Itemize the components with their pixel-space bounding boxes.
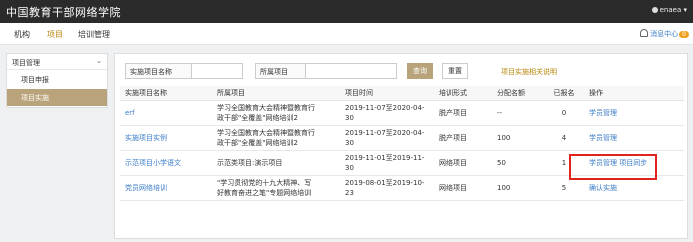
message-count-badge: 0 <box>679 31 689 38</box>
row-name-link[interactable]: 示范项目小学语文 <box>125 159 181 167</box>
sidebar-group-label: 项目管理 <box>12 59 40 67</box>
user-icon <box>651 7 658 13</box>
row-enrolled: 1 <box>544 150 584 176</box>
header-name: 实施项目名称 <box>120 86 212 101</box>
row-project-line: 示范类项目:演示项目 <box>217 158 283 167</box>
user-name: enaea <box>659 6 682 14</box>
row-project-line: 好教育奋进之笔"专题网络培训 <box>217 188 312 197</box>
student-management-link[interactable]: 学员管理 <box>589 134 617 142</box>
row-form: 脱产项目 <box>434 125 492 151</box>
table-header-row: 实施项目名称 所属项目 项目时间 培训形式 分配名额 已报名 操作 <box>120 86 684 101</box>
header-enrolled: 已报名 <box>544 86 584 101</box>
query-button[interactable]: 查询 <box>407 63 433 79</box>
message-center-label: 消息中心 <box>650 30 679 38</box>
row-name-link[interactable]: 党员网络培训 <box>125 184 167 192</box>
message-center[interactable]: 消息中心 0 <box>640 29 689 39</box>
nav-item-training-management[interactable]: 培训管理 <box>78 29 110 40</box>
project-sync-link[interactable]: 项目同步 <box>619 159 647 167</box>
row-form: 网络项目 <box>434 175 492 201</box>
row-enrolled: 4 <box>544 125 584 151</box>
table-row: 党员网络培训 "学习贯彻党的十九大精神、写 好教育奋进之笔"专题网络培训 2019… <box>120 175 684 201</box>
row-time: 2019-11-07至2020-04-30 <box>340 100 434 126</box>
row-project-line: 学习全国教育大会精神暨教育行 <box>217 103 315 112</box>
project-search-label: 所属项目 <box>255 63 305 79</box>
project-table: 实施项目名称 所属项目 项目时间 培训形式 分配名额 已报名 操作 erf 学习… <box>120 86 684 201</box>
top-bar: 中国教育干部网络学院 enaea ▾ <box>0 0 693 23</box>
row-time: 2019-11-01至2019-11-30 <box>340 150 434 176</box>
caret-down-icon: ▾ <box>683 6 687 14</box>
row-time: 2019-08-01至2019-10-23 <box>340 175 434 201</box>
name-search-input[interactable] <box>191 63 243 79</box>
sidebar: 项目管理 ⌄ 项目申报 项目实施 <box>6 53 108 108</box>
header-time: 项目时间 <box>340 86 434 101</box>
main-panel: 实施项目名称 所属项目 查询 重置 项目实施相关说明 实施项目名称 所属项目 项… <box>114 53 688 239</box>
row-time: 2019-11-07至2020-04-30 <box>340 125 434 151</box>
bell-icon <box>640 29 649 37</box>
site-brand[interactable]: 中国教育干部网络学院 <box>6 4 121 20</box>
row-project-line: 政干部"全覆盖"网络培训2 <box>217 138 298 147</box>
table-row: 实施项目实例 学习全国教育大会精神暨教育行 政干部"全覆盖"网络培训2 2019-… <box>120 125 684 151</box>
table-row: 示范项目小学语文 示范类项目:演示项目 2019-11-01至2019-11-3… <box>120 150 684 176</box>
row-enrolled: 5 <box>544 175 584 201</box>
row-project-line: 政干部"全覆盖"网络培训2 <box>217 113 298 122</box>
row-quota: 50 <box>492 150 544 176</box>
row-enrolled: 0 <box>544 100 584 126</box>
header-actions: 操作 <box>584 86 684 101</box>
sidebar-item-project-application[interactable]: 项目申报 <box>7 71 107 88</box>
sidebar-item-project-implementation[interactable]: 项目实施 <box>7 89 107 106</box>
row-name-link[interactable]: erf <box>125 109 135 117</box>
row-quota: 100 <box>492 125 544 151</box>
confirm-implementation-link[interactable]: 确认实施 <box>589 184 617 192</box>
help-link[interactable]: 项目实施相关说明 <box>501 67 557 77</box>
main-nav: 机构 项目 培训管理 消息中心 0 <box>0 23 693 45</box>
row-form: 脱产项目 <box>434 100 492 126</box>
row-project-line: "学习贯彻党的十九大精神、写 <box>217 178 312 187</box>
nav-item-project[interactable]: 项目 <box>47 29 63 40</box>
header-form: 培训形式 <box>434 86 492 101</box>
student-management-link[interactable]: 学员管理 <box>589 159 617 167</box>
table-row: erf 学习全国教育大会精神暨教育行 政干部"全覆盖"网络培训2 2019-11-… <box>120 100 684 126</box>
sidebar-group-project-management[interactable]: 项目管理 ⌄ <box>7 54 107 70</box>
user-menu[interactable]: enaea ▾ <box>651 6 687 14</box>
chevron-down-icon: ⌄ <box>96 57 102 65</box>
row-name-link[interactable]: 实施项目实例 <box>125 134 167 142</box>
row-quota: 100 <box>492 175 544 201</box>
row-form: 网络项目 <box>434 150 492 176</box>
project-search-input[interactable] <box>305 63 397 79</box>
student-management-link[interactable]: 学员管理 <box>589 109 617 117</box>
reset-button[interactable]: 重置 <box>442 63 468 79</box>
name-search-label: 实施项目名称 <box>125 63 191 79</box>
nav-item-institution[interactable]: 机构 <box>14 29 30 40</box>
header-quota: 分配名额 <box>492 86 544 101</box>
header-project: 所属项目 <box>212 86 340 101</box>
row-project-line: 学习全国教育大会精神暨教育行 <box>217 128 315 137</box>
row-quota: -- <box>492 100 544 126</box>
